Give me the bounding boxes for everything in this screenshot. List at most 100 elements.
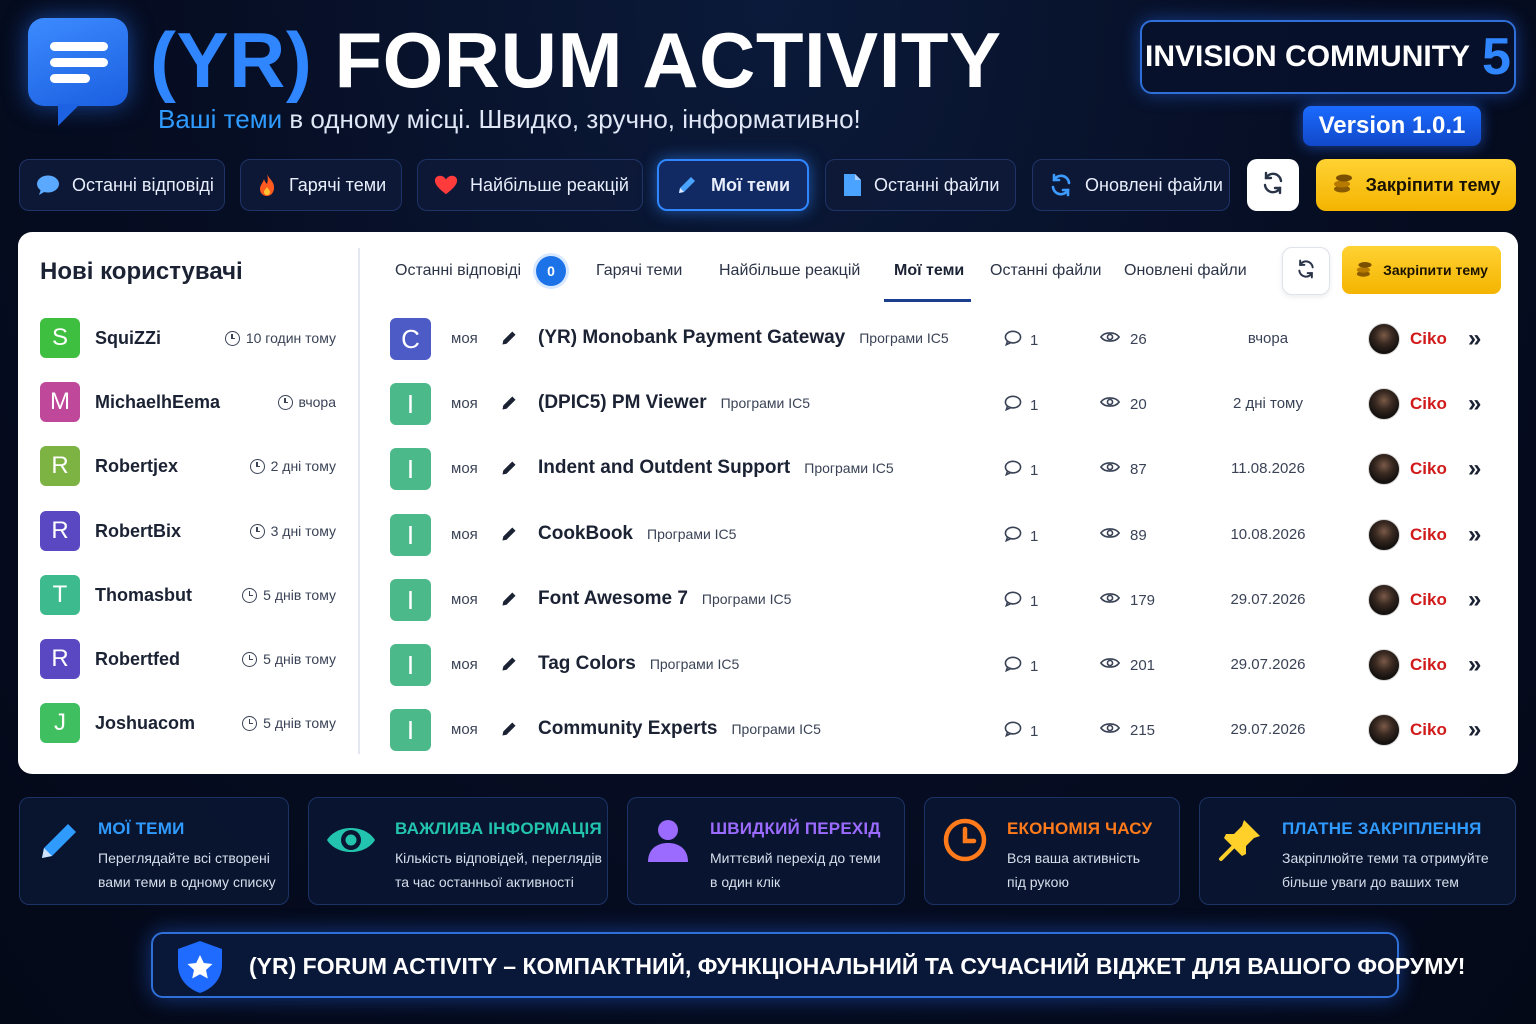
topic-title-link[interactable]: Community Experts Програми IC5	[538, 718, 821, 740]
go-to-topic-icon[interactable]: »	[1468, 455, 1481, 483]
author-avatar[interactable]	[1368, 649, 1400, 681]
tab-recent-files[interactable]: Останні файли	[825, 159, 1016, 211]
widget-refresh-button[interactable]	[1282, 247, 1330, 295]
new-user-row[interactable]: J Joshuacom 5 днів тому	[40, 703, 336, 743]
active-tab-indicator	[884, 299, 971, 302]
user-name-link[interactable]: Robertfed	[95, 649, 242, 670]
inner-tab-updated-files[interactable]: Оновлені файли	[1124, 262, 1247, 280]
new-user-row[interactable]: R Robertjex 2 дні тому	[40, 446, 336, 486]
inner-tab-hot-topics[interactable]: Гарячі теми	[596, 262, 682, 280]
user-name-link[interactable]: SquiZZi	[95, 328, 225, 349]
author-avatar[interactable]	[1368, 714, 1400, 746]
topic-title-link[interactable]: CookBook Програми IC5	[538, 523, 736, 545]
user-name-link[interactable]: Thomasbut	[95, 585, 242, 606]
topic-category[interactable]: Програми IC5	[721, 395, 810, 411]
topic-category[interactable]: Програми IC5	[647, 526, 736, 542]
author-avatar[interactable]	[1368, 584, 1400, 616]
topic-title-link[interactable]: (DPIC5) PM Viewer Програми IC5	[538, 392, 810, 414]
topic-title-link[interactable]: Tag Colors Програми IC5	[538, 653, 739, 675]
inner-tab-my-topics[interactable]: Мої теми	[894, 262, 964, 280]
pencil-icon[interactable]	[500, 655, 518, 673]
author-name-link[interactable]: Ciko	[1410, 720, 1447, 740]
pencil-icon[interactable]	[500, 394, 518, 412]
pencil-icon[interactable]	[500, 525, 518, 543]
author-avatar[interactable]	[1368, 453, 1400, 485]
inner-tab-recent-replies[interactable]: Останні відповіді	[395, 262, 521, 280]
new-user-row[interactable]: M MichaelhEema вчора	[40, 382, 336, 422]
author-avatar[interactable]	[1368, 323, 1400, 355]
go-to-topic-icon[interactable]: »	[1468, 325, 1481, 353]
views-count: 201	[1099, 656, 1155, 674]
topic-category[interactable]: Програми IC5	[731, 721, 820, 737]
topic-category[interactable]: Програми IC5	[650, 656, 739, 672]
user-avatar[interactable]: R	[40, 446, 80, 486]
pencil-icon[interactable]	[500, 329, 518, 347]
new-user-row[interactable]: T Thomasbut 5 днів тому	[40, 575, 336, 615]
topic-row[interactable]: Iмоя Tag Colors Програми IC5 1 201 29.07.2026…	[390, 644, 1500, 686]
topic-row[interactable]: Iмоя CookBook Програми IC5 1 89 10.08.2026 Cik…	[390, 514, 1500, 556]
topic-avatar: I	[390, 514, 431, 556]
topic-row[interactable]: Iмоя Font Awesome 7 Програми IC5 1 179 29.07.…	[390, 579, 1500, 621]
tab-recent-replies[interactable]: Останні відповіді	[19, 159, 225, 211]
author-name-link[interactable]: Ciko	[1410, 329, 1447, 349]
new-user-row[interactable]: R RobertBix 3 дні тому	[40, 511, 336, 551]
comment-icon	[1004, 721, 1022, 741]
author-name-link[interactable]: Ciko	[1410, 459, 1447, 479]
topic-row[interactable]: Iмоя Indent and Outdent Support Програми I…	[390, 448, 1500, 490]
author-avatar[interactable]	[1368, 519, 1400, 551]
user-avatar[interactable]: J	[40, 703, 80, 743]
topic-avatar: C	[390, 318, 431, 360]
author-name-link[interactable]: Ciko	[1410, 655, 1447, 675]
feature-title: ПЛАТНЕ ЗАКРІПЛЕННЯ	[1282, 819, 1482, 838]
user-name-link[interactable]: Joshuacom	[95, 713, 242, 734]
author-name-link[interactable]: Ciko	[1410, 394, 1447, 414]
user-avatar[interactable]: M	[40, 382, 80, 422]
author-name-link[interactable]: Ciko	[1410, 590, 1447, 610]
topic-row[interactable]: Iмоя (DPIC5) PM Viewer Програми IC5 1 20 2 дн…	[390, 383, 1500, 425]
author-name-link[interactable]: Ciko	[1410, 525, 1447, 545]
topic-title-link[interactable]: (YR) Monobank Payment Gateway Програми IC…	[538, 327, 949, 349]
user-name-link[interactable]: MichaelhEema	[95, 392, 278, 413]
tab-my-topics[interactable]: Мої теми	[657, 159, 809, 211]
go-to-topic-icon[interactable]: »	[1468, 716, 1481, 744]
version-badge: Version 1.0.1	[1303, 106, 1481, 146]
pencil-icon[interactable]	[500, 720, 518, 738]
feature-description: Вся ваша активність під рукою	[1007, 850, 1141, 890]
replies-count: 1	[1004, 460, 1038, 480]
widget-pin-topic-button[interactable]: Закріпити тему	[1342, 246, 1501, 294]
topic-row[interactable]: Cмоя (YR) Monobank Payment Gateway Програм…	[390, 318, 1500, 360]
inner-tab-recent-files[interactable]: Останні файли	[990, 262, 1101, 280]
views-count: 215	[1099, 721, 1155, 739]
new-user-row[interactable]: R Robertfed 5 днів тому	[40, 639, 336, 679]
user-avatar[interactable]: R	[40, 511, 80, 551]
topic-row[interactable]: Iмоя Community Experts Програми IC5 1 215 29.…	[390, 709, 1500, 751]
topic-category[interactable]: Програми IC5	[804, 460, 893, 476]
comment-icon	[1004, 330, 1022, 350]
user-avatar[interactable]: R	[40, 639, 80, 679]
mine-label: моя	[451, 721, 478, 738]
user-avatar[interactable]: T	[40, 575, 80, 615]
topic-category[interactable]: Програми IC5	[859, 330, 948, 346]
user-name-link[interactable]: Robertjex	[95, 456, 250, 477]
go-to-topic-icon[interactable]: »	[1468, 521, 1481, 549]
topic-title-link[interactable]: Indent and Outdent Support Програми IC5	[538, 457, 894, 479]
author-avatar[interactable]	[1368, 388, 1400, 420]
topic-title-link[interactable]: Font Awesome 7 Програми IC5	[538, 588, 791, 610]
pencil-icon[interactable]	[500, 590, 518, 608]
user-avatar[interactable]: S	[40, 318, 80, 358]
pin-topic-button[interactable]: Закріпити тему	[1316, 159, 1516, 211]
topic-category[interactable]: Програми IC5	[702, 591, 791, 607]
new-user-row[interactable]: S SquiZZi 10 годин тому	[40, 318, 336, 358]
tab-most-reactions[interactable]: Найбільше реакцій	[417, 159, 643, 211]
tab-updated-files[interactable]: Оновлені файли	[1032, 159, 1230, 211]
eye-icon	[1099, 591, 1121, 609]
go-to-topic-icon[interactable]: »	[1468, 651, 1481, 679]
user-name-link[interactable]: RobertBix	[95, 521, 250, 542]
refresh-button[interactable]	[1247, 159, 1299, 211]
tab-hot-topics[interactable]: Гарячі теми	[240, 159, 402, 211]
go-to-topic-icon[interactable]: »	[1468, 586, 1481, 614]
inner-tab-most-reactions[interactable]: Найбільше реакцій	[719, 262, 860, 280]
pencil-icon[interactable]	[500, 459, 518, 477]
go-to-topic-icon[interactable]: »	[1468, 390, 1481, 418]
feature-title: МОЇ ТЕМИ	[98, 819, 185, 838]
